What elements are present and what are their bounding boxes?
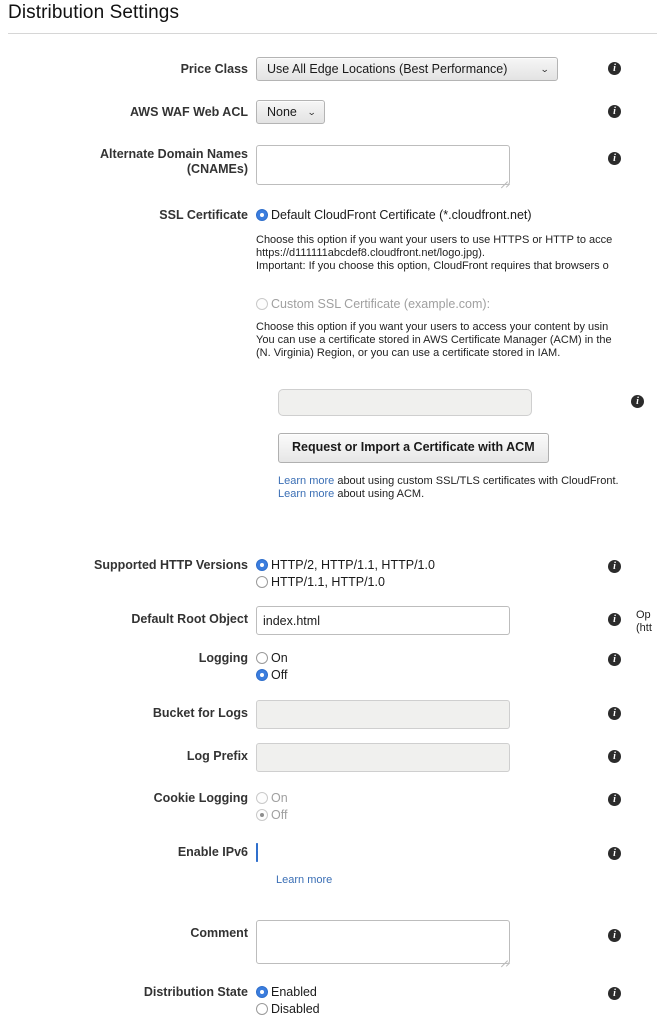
logging-info-icon[interactable]: i (608, 653, 621, 666)
cookie-logging-info-icon[interactable]: i (608, 793, 621, 806)
http-versions-label-1: HTTP/1.1, HTTP/1.0 (271, 574, 385, 589)
request-import-certificate-acm-button[interactable]: Request or Import a Certificate with ACM (278, 433, 549, 463)
distribution-state-radio-1[interactable] (256, 1002, 268, 1015)
logging-label: Logging (198, 651, 248, 665)
ssl-default-label: Default CloudFront Certificate (*.cloudf… (271, 207, 532, 222)
ssl-custom-desc-line1: Choose this option if you want your user… (256, 321, 609, 333)
ssl-certificate-input-info-icon[interactable]: i (631, 395, 644, 408)
ssl-default-desc-line3: Important: If you choose this option, Cl… (256, 260, 609, 272)
distribution-state-info-icon[interactable]: i (608, 987, 621, 1000)
learn-more-acm-link[interactable]: Learn more (278, 488, 334, 500)
logging-label-0: On (271, 650, 288, 665)
logging-radio-1[interactable] (256, 668, 268, 681)
http-versions-option-0[interactable]: HTTP/2, HTTP/1.1, HTTP/1.0 (256, 556, 435, 573)
ssl-custom-desc-line2: You can use a certificate stored in AWS … (256, 334, 612, 346)
http-versions-option-1[interactable]: HTTP/1.1, HTTP/1.0 (256, 573, 435, 590)
waf-acl-label: AWS WAF Web ACL (129, 105, 248, 119)
http-versions-radio-0[interactable] (256, 558, 268, 571)
chevron-down-icon: ⌄ (540, 63, 550, 74)
price-class-info-icon[interactable]: i (608, 62, 621, 75)
enable-ipv6-learn-more-link[interactable]: Learn more (276, 874, 332, 886)
cookie-logging-option-0[interactable]: On (256, 789, 288, 806)
distribution-state-option-0[interactable]: Enabled (256, 983, 320, 1000)
http-versions-radio-1[interactable] (256, 575, 268, 588)
learn-more-acm-rest: about using ACM. (334, 488, 425, 500)
default-root-object-info-icon[interactable]: i (608, 613, 621, 626)
bucket-for-logs-label: Bucket for Logs (152, 706, 248, 720)
comment-label: Comment (190, 926, 248, 940)
bucket-for-logs-info-icon[interactable]: i (608, 707, 621, 720)
ssl-custom-label: Custom SSL Certificate (example.com): (271, 296, 491, 311)
chevron-down-icon: ⌄ (307, 106, 317, 117)
page-title: Distribution Settings (8, 2, 180, 23)
ssl-learn-more-custom-line: Learn more about using custom SSL/TLS ce… (278, 475, 619, 488)
comment-textarea[interactable] (256, 920, 510, 964)
cnames-label-line2: (CNAMEs) (186, 162, 248, 176)
ssl-custom-radio-option[interactable]: Custom SSL Certificate (example.com): (256, 295, 490, 312)
ssl-default-desc-line2: https://d111111abcdef8.cloudfront.net/lo… (256, 247, 485, 259)
title-divider (8, 33, 657, 34)
cookie-logging-label-1: Off (271, 807, 288, 822)
waf-acl-select[interactable]: None ⌄ (256, 100, 325, 124)
default-root-object-note-line1: Op (636, 609, 651, 621)
logging-label-1: Off (271, 667, 288, 682)
learn-more-custom-ssl-rest: about using custom SSL/TLS certificates … (334, 475, 619, 487)
distribution-state-label: Distribution State (143, 985, 248, 999)
log-prefix-input[interactable] (256, 743, 510, 772)
http-versions-info-icon[interactable]: i (608, 560, 621, 573)
waf-acl-selected-value: None (267, 105, 297, 119)
bucket-for-logs-input[interactable] (256, 700, 510, 729)
enable-ipv6-checkbox[interactable] (256, 843, 258, 862)
cookie-logging-label-0: On (271, 790, 288, 805)
log-prefix-info-icon[interactable]: i (608, 750, 621, 763)
ssl-learn-more-acm-line: Learn more about using ACM. (278, 488, 619, 501)
cnames-textarea[interactable] (256, 145, 510, 185)
distribution-state-label-1: Disabled (271, 1001, 320, 1016)
enable-ipv6-label: Enable IPv6 (177, 845, 248, 859)
log-prefix-label: Log Prefix (186, 749, 248, 763)
ssl-certificate-label: SSL Certificate (159, 208, 248, 222)
price-class-select[interactable]: Use All Edge Locations (Best Performance… (256, 57, 558, 81)
http-versions-label: Supported HTTP Versions (94, 558, 248, 572)
price-class-selected-value: Use All Edge Locations (Best Performance… (267, 62, 508, 76)
ssl-certificate-input[interactable] (278, 389, 532, 416)
price-class-label: Price Class (180, 62, 248, 76)
comment-info-icon[interactable]: i (608, 929, 621, 942)
logging-option-0[interactable]: On (256, 649, 288, 666)
ssl-custom-desc-line3: (N. Virginia) Region, or you can use a c… (256, 347, 561, 359)
distribution-state-radio-0[interactable] (256, 985, 268, 998)
distribution-state-option-1[interactable]: Disabled (256, 1000, 320, 1017)
cookie-logging-label: Cookie Logging (153, 791, 248, 805)
learn-more-custom-ssl-link[interactable]: Learn more (278, 475, 334, 487)
distribution-settings-page: Distribution Settings Price Class Use Al… (0, 0, 657, 1024)
cookie-logging-radio-1[interactable] (256, 808, 268, 821)
default-root-object-input[interactable] (256, 606, 510, 635)
default-root-object-note-line2: (htt (636, 622, 652, 634)
cookie-logging-option-1[interactable]: Off (256, 806, 288, 823)
ssl-default-desc-line1: Choose this option if you want your user… (256, 234, 613, 246)
cnames-label: Alternate Domain Names (CNAMEs) (0, 147, 248, 177)
ssl-default-radio-option[interactable]: Default CloudFront Certificate (*.cloudf… (256, 206, 532, 223)
cnames-info-icon[interactable]: i (608, 152, 621, 165)
cnames-label-line1: Alternate Domain Names (100, 147, 248, 161)
ssl-custom-radio[interactable] (256, 297, 268, 310)
waf-acl-info-icon[interactable]: i (608, 105, 621, 118)
cookie-logging-radio-0[interactable] (256, 791, 268, 804)
http-versions-label-0: HTTP/2, HTTP/1.1, HTTP/1.0 (271, 557, 435, 572)
ssl-default-radio[interactable] (256, 208, 268, 221)
default-root-object-label: Default Root Object (131, 612, 248, 626)
logging-radio-0[interactable] (256, 651, 268, 664)
logging-option-1[interactable]: Off (256, 666, 288, 683)
enable-ipv6-info-icon[interactable]: i (608, 847, 621, 860)
distribution-state-label-0: Enabled (271, 984, 317, 999)
